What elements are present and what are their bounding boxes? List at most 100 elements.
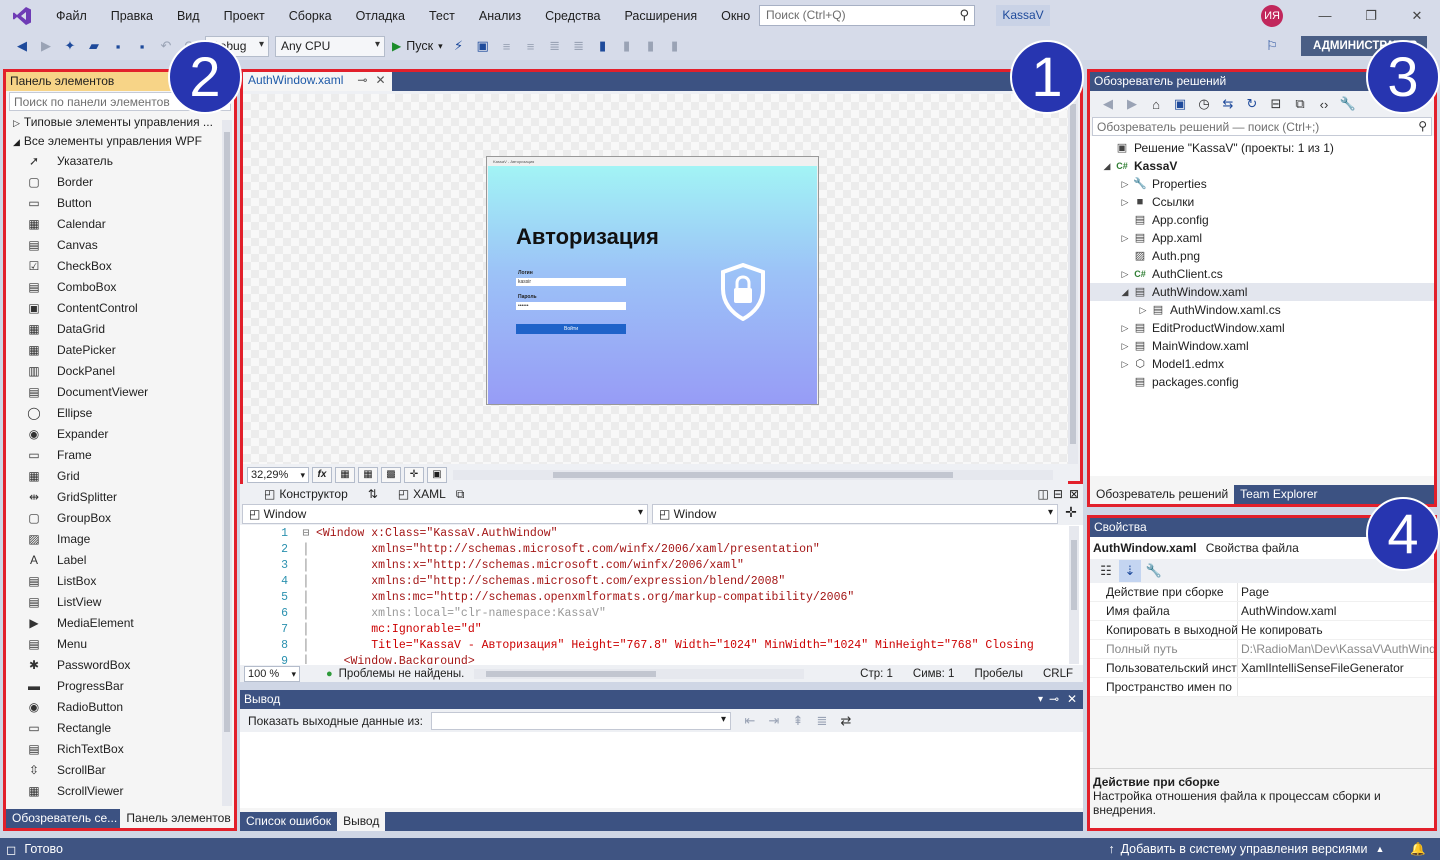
menu-window[interactable]: Окно [709, 0, 762, 32]
popout-xaml-icon[interactable]: ⧉ [456, 487, 465, 502]
tree-node[interactable]: ▷ ▤ AuthWindow.xaml.cs [1090, 301, 1434, 319]
tree-node[interactable]: ▤ App.config [1090, 211, 1434, 229]
show-all-files-icon[interactable]: ⧉ [1289, 93, 1311, 115]
bookmark-icon[interactable]: ▮ [592, 35, 614, 57]
switch-views-icon[interactable]: ▣ [1169, 93, 1191, 115]
tab-xaml[interactable]: ◰ XAML [388, 487, 456, 501]
designer-vscroll[interactable] [1068, 94, 1078, 464]
clear-bookmarks-icon[interactable]: ▮ [664, 35, 686, 57]
toolbox-item[interactable]: ▦ DataGrid [6, 319, 234, 340]
tab-authwindow-xaml[interactable]: AuthWindow.xaml ⊸ ✕ [243, 72, 392, 91]
toolbox-item[interactable]: ▢ GroupBox [6, 508, 234, 529]
toolbox-item[interactable]: A Label [6, 550, 234, 571]
toolbox-item[interactable]: ◯ Ellipse [6, 403, 234, 424]
save-all-icon[interactable]: ▪ [131, 35, 153, 57]
toolbox-item[interactable]: ✱ PasswordBox [6, 655, 234, 676]
pending-changes-icon[interactable]: ◷ [1193, 93, 1215, 115]
snap-grid-icon[interactable]: ▦ [358, 466, 378, 483]
tab-error-list[interactable]: Список ошибок [240, 812, 337, 831]
menu-build[interactable]: Сборка [277, 0, 344, 32]
collapse-all-icon[interactable]: ⊟ [1265, 93, 1287, 115]
tree-node[interactable]: ▨ Auth.png [1090, 247, 1434, 265]
xaml-left-element-select[interactable]: ◰ Window [242, 504, 648, 524]
user-avatar[interactable]: ИЯ [1261, 5, 1283, 27]
close-tab-icon[interactable]: ✕ [375, 71, 385, 90]
categorized-icon[interactable]: ☷ [1095, 560, 1117, 582]
output-text-area[interactable] [240, 732, 1083, 808]
xaml-hscroll[interactable] [474, 668, 805, 679]
tree-node[interactable]: ◢ ▤ AuthWindow.xaml [1090, 283, 1434, 301]
menu-test[interactable]: Тест [417, 0, 467, 32]
menu-tools[interactable]: Средства [533, 0, 612, 32]
tree-node[interactable]: ▷ ■ Ссылки [1090, 193, 1434, 211]
align-left-icon[interactable]: ≡ [496, 35, 518, 57]
sync-icon[interactable]: ⇆ [1217, 93, 1239, 115]
forward-icon[interactable]: ▶ [1121, 93, 1143, 115]
property-row[interactable]: Пространство имен по [1090, 678, 1434, 697]
expand-toggle-icon[interactable]: ▷ [1118, 337, 1132, 355]
xaml-vscroll[interactable] [1069, 526, 1079, 664]
property-row[interactable]: Действие при сборке Page [1090, 583, 1434, 602]
vertical-split-icon[interactable]: ◫ [1036, 487, 1051, 501]
hot-reload-icon[interactable]: ⚡ [448, 35, 470, 57]
project-code-icon[interactable]: ▣ [427, 466, 447, 483]
prev-message-icon[interactable]: ⇤ [739, 710, 761, 732]
menu-analyze[interactable]: Анализ [467, 0, 533, 32]
notifications-bell-icon[interactable]: 🔔 [1410, 842, 1426, 857]
add-to-source-control[interactable]: Добавить в систему управления версиями [1121, 842, 1368, 856]
prev-bookmark-icon[interactable]: ▮ [616, 35, 638, 57]
xaml-zoom-select[interactable]: 100 % [244, 665, 300, 682]
toolbox-group-all[interactable]: ◢ Все элементы управления WPF [6, 132, 234, 151]
tab-designer[interactable]: ◰ Конструктор [254, 487, 358, 501]
split-editor-icon[interactable]: ✛ [1060, 504, 1082, 525]
menu-extensions[interactable]: Расширения [612, 0, 709, 32]
home-icon[interactable]: ⌂ [1145, 93, 1167, 115]
toolbox-item[interactable]: ▢ Border [6, 172, 234, 193]
design-canvas[interactable]: KassaV - Авторизация Авторизация Логин k… [243, 94, 1068, 464]
property-value[interactable] [1238, 678, 1434, 696]
tab-team-explorer[interactable]: Team Explorer [1234, 485, 1323, 504]
expand-toggle-icon[interactable]: ◢ [1118, 283, 1132, 301]
menu-view[interactable]: Вид [165, 0, 212, 32]
menu-project[interactable]: Проект [212, 0, 277, 32]
quick-search-input[interactable]: Поиск (Ctrl+Q) ⚲ [759, 5, 975, 26]
chevron-up-icon[interactable]: ▲ [1376, 844, 1385, 854]
toolbox-item[interactable]: ▥ DockPanel [6, 361, 234, 382]
toolbox-item[interactable]: ▤ ComboBox [6, 277, 234, 298]
tree-node[interactable]: ▷ ▤ EditProductWindow.xaml [1090, 319, 1434, 337]
close-icon[interactable]: ✕ [1394, 0, 1440, 32]
comment-icon[interactable]: ≣ [544, 35, 566, 57]
platform-select[interactable]: Any CPU [275, 35, 385, 57]
menu-debug[interactable]: Отладка [344, 0, 417, 32]
dropdown-icon[interactable]: ▾ [1038, 690, 1043, 709]
restore-icon[interactable]: ❐ [1348, 0, 1394, 32]
horizontal-split-icon[interactable]: ⊟ [1051, 487, 1065, 501]
tree-node[interactable]: ▣ Решение "KassaV" (проекты: 1 из 1) [1090, 139, 1434, 157]
property-value[interactable]: Page [1238, 583, 1434, 601]
designer-hscroll[interactable] [453, 469, 1053, 480]
live-share-icon[interactable]: ⚐ [1261, 35, 1283, 57]
designer-zoom-select[interactable]: 32,29% [247, 466, 309, 483]
undo-icon[interactable]: ↶ [155, 35, 177, 57]
property-value[interactable]: Не копировать [1238, 621, 1434, 639]
toolbox-item[interactable]: ▤ Canvas [6, 235, 234, 256]
toolbox-item[interactable]: ▤ ListView [6, 592, 234, 613]
toolbox-item[interactable]: ▦ Calendar [6, 214, 234, 235]
property-row[interactable]: Пользовательский инст XamlIntelliSenseFil… [1090, 659, 1434, 678]
expand-toggle-icon[interactable]: ▷ [1118, 355, 1132, 373]
fx-button[interactable]: fx [312, 466, 332, 483]
properties-wrench-icon[interactable]: 🔧 [1337, 93, 1359, 115]
toolbox-item[interactable]: ▦ Grid [6, 466, 234, 487]
output-source-select[interactable] [430, 711, 731, 730]
property-row[interactable]: Копировать в выходной Не копировать [1090, 621, 1434, 640]
pin-icon[interactable]: ⊸ [357, 71, 367, 90]
menu-edit[interactable]: Правка [99, 0, 165, 32]
toolbox-item[interactable]: ⇹ GridSplitter [6, 487, 234, 508]
toolbox-item[interactable]: ▤ ListBox [6, 571, 234, 592]
expand-toggle-icon[interactable]: ▷ [1118, 175, 1132, 193]
xaml-right-element-select[interactable]: ◰ Window [652, 504, 1058, 524]
property-row[interactable]: Имя файла AuthWindow.xaml [1090, 602, 1434, 621]
toolbox-item[interactable]: ▬ ProgressBar [6, 676, 234, 697]
toolbox-item[interactable]: ◉ RadioButton [6, 697, 234, 718]
toolbox-item[interactable]: ▤ Menu [6, 634, 234, 655]
